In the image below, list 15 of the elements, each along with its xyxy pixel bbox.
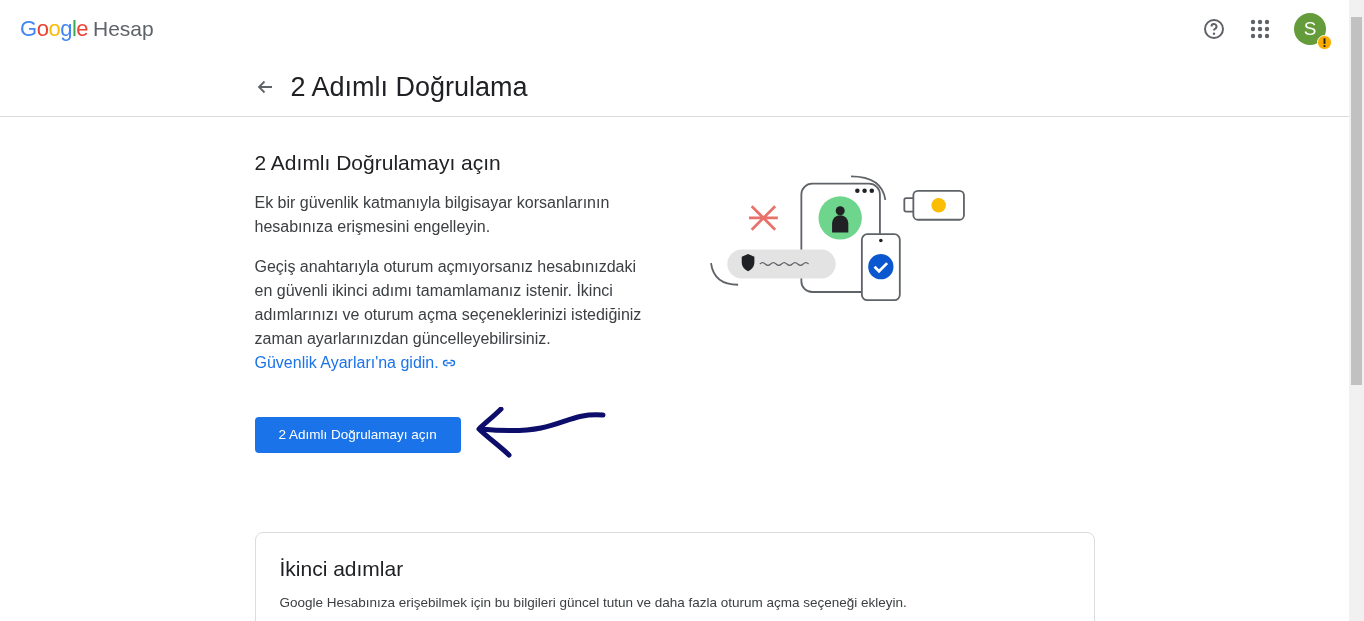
page-title: 2 Adımlı Doğrulama (290, 71, 528, 103)
section-heading: 2 Adımlı Doğrulamayı açın (254, 151, 502, 175)
help-icon[interactable] (1202, 17, 1226, 41)
product-name: Hesap (93, 17, 154, 41)
card-description: Google Hesabınıza erişebilmek için bu bilgileri güncel tutun ve daha fazla oturum açma seçeneği ekleyin. (279, 594, 908, 612)
turn-on-button[interactable]: 2 Adımlı Doğrulamayı açın (254, 416, 461, 453)
google-logo[interactable]: Google (20, 16, 88, 42)
warning-icon (1317, 35, 1332, 50)
account-avatar[interactable]: S (1294, 13, 1326, 45)
scrollbar[interactable] (1349, 0, 1364, 621)
security-settings-link[interactable]: Güvenlik Ayarları'na gidin. (254, 354, 457, 371)
intro-paragraph: Ek bir güvenlik katmanıyla bilgisayar korsanlarının hesabınıza erişmesini engelleyin. (254, 193, 611, 237)
apps-grid-icon[interactable] (1248, 17, 1272, 41)
card-title: İkinci adımlar (279, 557, 405, 581)
info-paragraph: Geçiş anahtarıyla oturum açmıyorsanız hesabınızdaki en güvenli ikinci adımı tamamlamanız istenir. İkinci adımlarınızı ve oturum açma seçeneklerinizi istediğiniz zaman ayarlarınızdan güncelleyebilirsiniz. Güvenlik Ayarları'na gidin. (254, 257, 643, 373)
